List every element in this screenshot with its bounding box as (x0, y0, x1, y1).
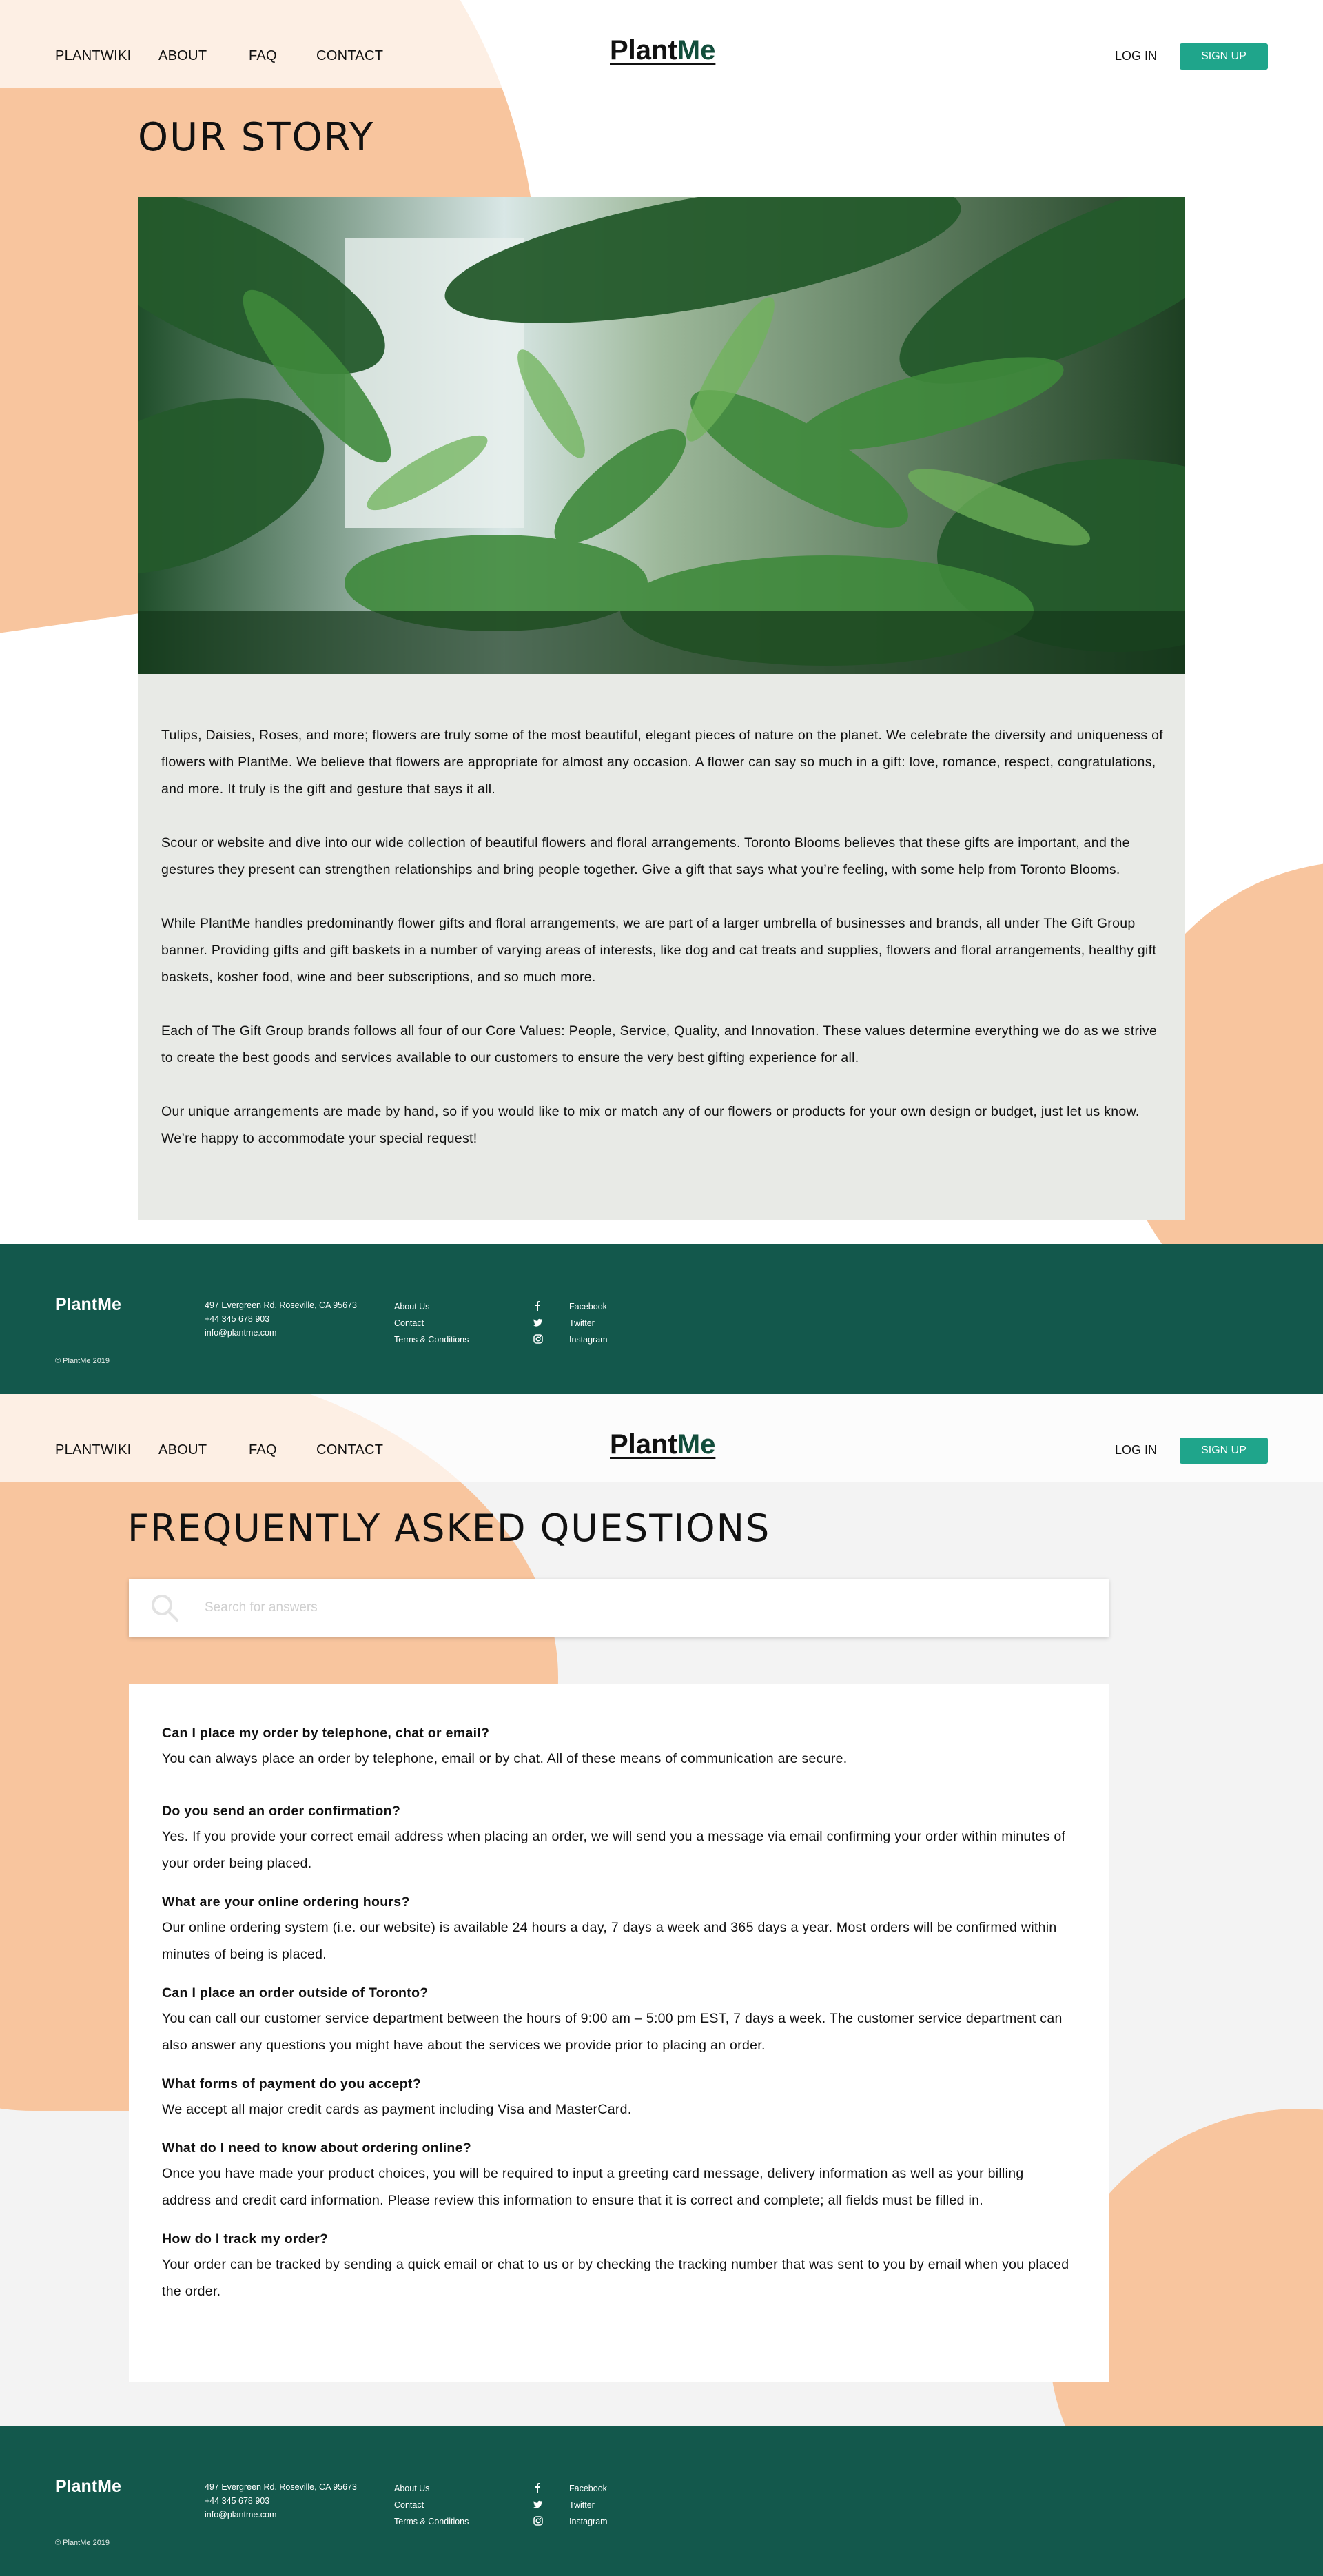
top-navigation: PLANTWIKI ABOUT FAQ CONTACT PlantMe LOG … (0, 1394, 1323, 1482)
social-label: Twitter (569, 1318, 595, 1328)
footer-copyright: © PlantMe 2019 (55, 1357, 110, 1365)
faq-answer: Our online ordering system (i.e. our web… (162, 1920, 1057, 1962)
faq-list-card: Can I place my order by telephone, chat … (129, 1684, 1109, 2382)
logo-text-me: Me (677, 1429, 716, 1460)
social-label: Instagram (569, 2517, 608, 2526)
footer-email[interactable]: info@plantme.com (205, 1326, 357, 1340)
social-label: Twitter (569, 2500, 595, 2510)
signup-button[interactable]: SIGN UP (1180, 43, 1268, 70)
login-link[interactable]: LOG IN (1115, 49, 1157, 63)
login-link[interactable]: LOG IN (1115, 1443, 1157, 1458)
story-paragraph: While PlantMe handles predominantly flow… (161, 916, 1157, 985)
nav-link-plantwiki[interactable]: PLANTWIKI (55, 48, 132, 64)
faq-question: What forms of payment do you accept? (162, 2076, 421, 2092)
page-title: OUR STORY (138, 115, 375, 160)
footer-address: 497 Evergreen Rd. Roseville, CA 95673 (205, 2482, 357, 2492)
faq-answer: We accept all major credit cards as paym… (162, 2102, 632, 2117)
story-paragraph: Our unique arrangements are made by hand… (161, 1104, 1140, 1146)
footer: PlantMe 497 Evergreen Rd. Roseville, CA … (0, 2426, 1323, 2576)
faq-answer: Once you have made your product choices,… (162, 2166, 1024, 2208)
faq-question: What do I need to know about ordering on… (162, 2140, 471, 2156)
footer-links: About Us Contact Terms & Conditions (394, 1298, 469, 1348)
footer: PlantMe 497 Evergreen Rd. Roseville, CA … (0, 1244, 1323, 1394)
top-navigation: PLANTWIKI ABOUT FAQ CONTACT PlantMe LOG … (0, 0, 1323, 88)
nav-link-plantwiki[interactable]: PLANTWIKI (55, 1442, 132, 1458)
faq-search-bar (129, 1579, 1109, 1637)
footer-link-terms[interactable]: Terms & Conditions (394, 1331, 469, 1348)
faq-search-input[interactable] (205, 1594, 1066, 1622)
social-label: Facebook (569, 2484, 607, 2493)
faq-item: What forms of payment do you accept? We … (162, 2072, 1076, 2123)
story-paragraph: Each of The Gift Group brands follows al… (161, 1023, 1158, 1065)
logo-text-plant: Plant (610, 1429, 677, 1460)
footer-phone: +44 345 678 903 (205, 1314, 270, 1324)
story-paragraph: Tulips, Daisies, Roses, and more; flower… (161, 728, 1163, 797)
footer-link-about-us[interactable]: About Us (394, 1298, 469, 1315)
faq-item: Can I place my order by telephone, chat … (162, 1721, 1076, 1772)
hero-plant-image (138, 197, 1185, 674)
footer-phone: +44 345 678 903 (205, 2496, 270, 2506)
plantme-logo[interactable]: PlantMe (610, 35, 715, 66)
instagram-icon (533, 1334, 543, 1344)
search-icon (152, 1595, 178, 1622)
story-content-card: Tulips, Daisies, Roses, and more; flower… (138, 674, 1185, 1220)
faq-question: Can I place an order outside of Toronto? (162, 1985, 429, 2001)
faq-question: What are your online ordering hours? (162, 1894, 410, 1910)
social-label: Instagram (569, 1335, 608, 1345)
footer-link-about-us[interactable]: About Us (394, 2480, 469, 2497)
footer-link-terms[interactable]: Terms & Conditions (394, 2513, 469, 2530)
nav-link-faq[interactable]: FAQ (249, 1442, 277, 1458)
faq-answer: You can always place an order by telepho… (162, 1751, 848, 1766)
faq-page: PLANTWIKI ABOUT FAQ CONTACT PlantMe LOG … (0, 1394, 1323, 2426)
nav-link-contact[interactable]: CONTACT (316, 1442, 383, 1458)
instagram-icon (533, 2516, 543, 2526)
twitter-icon (533, 1318, 542, 1327)
faq-answer: Yes. If you provide your correct email a… (162, 1829, 1066, 1871)
faq-item: Can I place an order outside of Toronto?… (162, 1981, 1076, 2059)
facebook-icon (535, 2483, 540, 2493)
footer-email[interactable]: info@plantme.com (205, 2508, 357, 2522)
plantme-logo[interactable]: PlantMe (610, 1429, 715, 1460)
footer-link-contact[interactable]: Contact (394, 2497, 469, 2513)
faq-answer: You can call our customer service depart… (162, 2011, 1063, 2053)
social-label: Facebook (569, 1302, 607, 1311)
twitter-icon (533, 2500, 542, 2508)
faq-answer: Your order can be tracked by sending a q… (162, 2257, 1069, 2299)
nav-link-about[interactable]: ABOUT (158, 48, 207, 64)
faq-item: What are your online ordering hours? Our… (162, 1890, 1076, 1968)
page-title: FREQUENTLY ASKED QUESTIONS (127, 1506, 771, 1550)
faq-item: What do I need to know about ordering on… (162, 2136, 1076, 2214)
logo-text-plant: Plant (610, 35, 677, 65)
nav-link-faq[interactable]: FAQ (249, 48, 277, 64)
footer-link-contact[interactable]: Contact (394, 1315, 469, 1331)
footer-copyright: © PlantMe 2019 (55, 2539, 110, 2547)
footer-brand: PlantMe (55, 2477, 121, 2496)
faq-item: Do you send an order confirmation? Yes. … (162, 1799, 1076, 1877)
story-paragraph: Scour or website and dive into our wide … (161, 835, 1130, 877)
footer-brand: PlantMe (55, 1295, 121, 1314)
facebook-icon (535, 1301, 540, 1311)
nav-link-about[interactable]: ABOUT (158, 1442, 207, 1458)
logo-text-me: Me (677, 35, 716, 65)
footer-links: About Us Contact Terms & Conditions (394, 2480, 469, 2530)
footer-contact-info: 497 Evergreen Rd. Roseville, CA 95673 +4… (205, 2480, 357, 2522)
faq-question: Do you send an order confirmation? (162, 1803, 401, 1819)
faq-question: Can I place my order by telephone, chat … (162, 1726, 490, 1741)
faq-question: How do I track my order? (162, 2231, 329, 2247)
our-story-page: PLANTWIKI ABOUT FAQ CONTACT PlantMe LOG … (0, 0, 1323, 1244)
nav-link-contact[interactable]: CONTACT (316, 48, 383, 64)
signup-button[interactable]: SIGN UP (1180, 1438, 1268, 1464)
footer-contact-info: 497 Evergreen Rd. Roseville, CA 95673 +4… (205, 1298, 357, 1340)
footer-address: 497 Evergreen Rd. Roseville, CA 95673 (205, 1300, 357, 1310)
faq-item: How do I track my order? Your order can … (162, 2227, 1076, 2305)
